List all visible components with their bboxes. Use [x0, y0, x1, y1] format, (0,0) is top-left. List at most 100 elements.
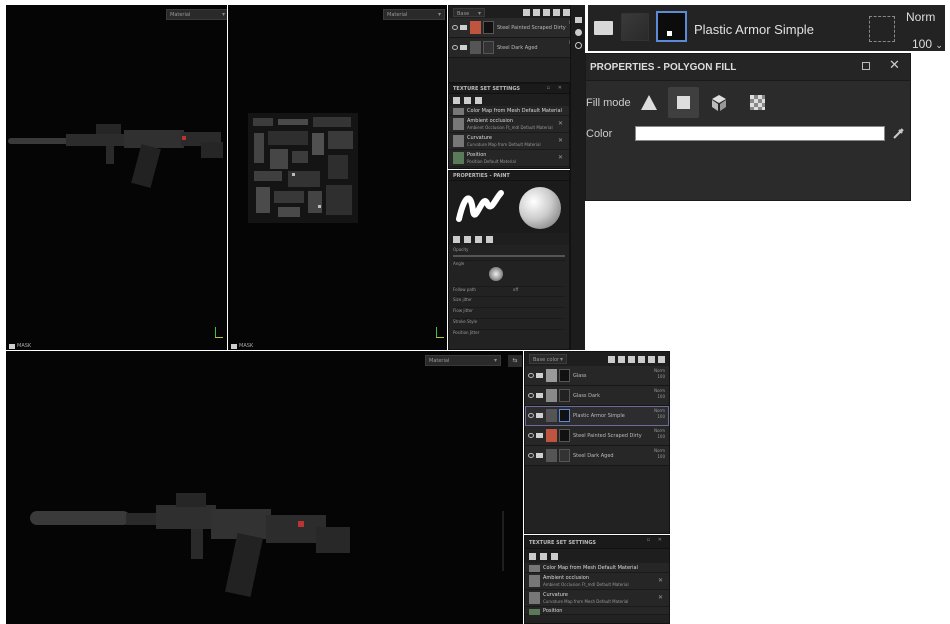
viewport-uv-material-dropdown[interactable]: Material: [383, 9, 445, 20]
viewport-2d-uv[interactable]: Material MASK: [228, 5, 447, 350]
param-size-jitter[interactable]: Size jitter: [453, 297, 565, 308]
add-effect-icon[interactable]: [618, 355, 625, 363]
channel-dropdown-small[interactable]: Base color: [453, 7, 485, 25]
layers-strip-icon[interactable]: [575, 17, 582, 23]
layer-row[interactable]: Glass Dark Norm 100: [525, 386, 669, 406]
layer-material-thumbnail: [621, 13, 649, 41]
panel-controls[interactable]: ▫ ✕: [647, 537, 665, 543]
rifle-model-large: [30, 493, 350, 598]
fill-layer-strip[interactable]: Plastic Armor Simple Norm 100 ⌄: [588, 5, 945, 51]
layer-name: Steel Painted Scraped Dirty: [573, 433, 642, 439]
viewport-material-dropdown[interactable]: Material: [166, 9, 227, 20]
uv-icon[interactable]: [475, 96, 482, 104]
visibility-eye-icon[interactable]: [528, 373, 534, 378]
param-position-jitter[interactable]: Position Jitter: [453, 330, 565, 340]
mesh-map-item[interactable]: Curvature Curvature Map from Default Mate…: [449, 133, 569, 150]
layer-row[interactable]: Glass Norm 100: [525, 366, 669, 386]
fill-mode-uv-button[interactable]: [742, 87, 773, 118]
add-mask-icon[interactable]: [523, 8, 530, 16]
fill-layer-icon[interactable]: [553, 8, 560, 16]
fill-mode-triangle-button[interactable]: [634, 87, 665, 118]
param-opacity[interactable]: Opacity: [453, 247, 565, 261]
close-icon[interactable]: ✕: [889, 58, 900, 73]
color-swatch-field[interactable]: [635, 126, 885, 141]
mesh-map-item[interactable]: Ambient occlusion Ambient Occlusion Ft_md…: [449, 116, 569, 133]
layer-blend[interactable]: Norm100: [654, 428, 665, 440]
layer-mask-thumbnail[interactable]: [656, 11, 687, 42]
fill-mode-mesh-button[interactable]: [704, 87, 735, 118]
mesh-map-item[interactable]: Position: [525, 607, 669, 615]
paint-layer-icon[interactable]: [628, 355, 635, 363]
remove-map-icon[interactable]: ✕: [558, 137, 563, 144]
layer-blend[interactable]: Norm100: [654, 388, 665, 400]
remove-map-icon[interactable]: ✕: [658, 577, 663, 584]
map-thumbnail: [453, 108, 464, 115]
float-panel-icon[interactable]: [862, 62, 870, 70]
mask-thumbnail: [559, 389, 570, 402]
eyedropper-icon[interactable]: [891, 126, 906, 141]
viewport-3d-bottom[interactable]: Material: [6, 351, 523, 624]
layer-blend[interactable]: Norm100: [654, 448, 665, 460]
layer-blend[interactable]: Norm100: [654, 368, 665, 380]
fill-layer-icon[interactable]: [638, 355, 645, 363]
uv-icon[interactable]: [551, 552, 558, 560]
param-follow-path[interactable]: Follow path off: [453, 287, 565, 297]
bottom-viewport-divider[interactable]: ⇆: [508, 355, 522, 367]
param-stroke-style[interactable]: Stroke Style: [453, 319, 565, 330]
layer-row[interactable]: Steel Dark Aged Norm100: [449, 38, 584, 58]
mesh-map-item[interactable]: Color Map from Mesh Default Material: [525, 563, 669, 573]
visibility-eye-icon[interactable]: [528, 413, 534, 418]
visibility-eye-icon[interactable]: [452, 25, 458, 30]
brush-tab-icon[interactable]: [453, 235, 460, 243]
remove-map-icon[interactable]: ✕: [558, 154, 563, 161]
fill-mode-polygon-button[interactable]: [668, 87, 699, 118]
layer-opacity[interactable]: 100 ⌄: [912, 37, 943, 51]
bake-icon[interactable]: [540, 552, 547, 560]
channel-dropdown-large[interactable]: Base color: [529, 354, 567, 364]
folder-icon[interactable]: [648, 355, 655, 363]
panel-controls[interactable]: ▫ ✕: [547, 85, 565, 91]
mesh-map-item[interactable]: Color Map from Mesh Default Material: [449, 106, 569, 116]
bake-icon[interactable]: [464, 96, 471, 104]
remove-map-icon[interactable]: ✕: [658, 594, 663, 601]
remove-map-icon[interactable]: ✕: [558, 120, 563, 127]
mesh-map-item[interactable]: Curvature Curvature Map from Mesh Default…: [525, 590, 669, 607]
visibility-eye-icon[interactable]: [528, 433, 534, 438]
paint-layer-icon[interactable]: [543, 8, 550, 16]
viewport-3d-top[interactable]: Material MASK: [6, 5, 227, 350]
mesh-icon[interactable]: [529, 552, 536, 560]
chevron-down-icon[interactable]: ⌄: [935, 40, 943, 50]
mesh-map-item[interactable]: Ambient occlusion Ambient Occlusion Ft_md…: [525, 573, 669, 590]
layer-thumbnail: [546, 409, 557, 422]
layer-row[interactable]: Steel Painted Scraped Dirty Norm100: [449, 18, 584, 38]
visibility-eye-icon[interactable]: [528, 453, 534, 458]
material-tab-icon[interactable]: [464, 235, 471, 243]
square-icon: [677, 96, 690, 109]
layer-selection-box[interactable]: [869, 16, 895, 42]
param-angle[interactable]: Angle: [453, 261, 565, 287]
visibility-eye-icon[interactable]: [452, 45, 458, 50]
param-flow-jitter[interactable]: Flow jitter: [453, 308, 565, 319]
map-subtitle: Curvature Map from Default Material: [467, 142, 541, 147]
stencil-tab-icon[interactable]: [475, 235, 482, 243]
settings-strip-icon[interactable]: [575, 29, 582, 36]
folder-icon[interactable]: [594, 21, 613, 35]
layer-row[interactable]: Steel Dark Aged Norm100: [525, 446, 669, 466]
mesh-icon[interactable]: [453, 96, 460, 104]
viewport-bottom-material-dropdown[interactable]: Material: [425, 355, 501, 366]
history-strip-icon[interactable]: [575, 42, 582, 49]
layer-blend[interactable]: Norm100: [654, 408, 665, 420]
settings-tab-icon[interactable]: [486, 235, 493, 243]
add-mask-icon[interactable]: [608, 355, 615, 363]
add-effect-icon[interactable]: [533, 8, 540, 16]
viewport-mask-label[interactable]: MASK: [9, 343, 31, 349]
layer-row-selected[interactable]: Plastic Armor Simple Norm 100: [525, 406, 669, 426]
folder-icon[interactable]: [563, 8, 570, 16]
layer-row[interactable]: Steel Painted Scraped Dirty Norm100: [525, 426, 669, 446]
delete-icon[interactable]: [658, 355, 665, 363]
mask-thumbnail: [559, 429, 570, 442]
visibility-eye-icon[interactable]: [528, 393, 534, 398]
viewport-uv-mask-label[interactable]: MASK: [231, 343, 253, 349]
mesh-map-item[interactable]: Position Position Default Material ✕: [449, 150, 569, 167]
layer-blend-mode[interactable]: Norm: [906, 10, 935, 24]
